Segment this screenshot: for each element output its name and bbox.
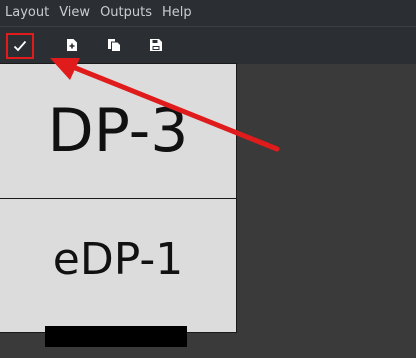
menu-layout[interactable]: Layout [0, 0, 54, 26]
save-layout-button[interactable] [144, 34, 168, 56]
monitor-label: DP-3 [47, 96, 189, 166]
menu-help[interactable]: Help [157, 0, 197, 26]
layout-canvas[interactable]: DP-3 eDP-1 [0, 63, 416, 358]
apply-button[interactable] [6, 33, 34, 59]
copy-layout-button[interactable] [102, 34, 126, 56]
copy-file-icon [108, 39, 120, 51]
menu-outputs[interactable]: Outputs [95, 0, 157, 26]
monitor-edp-1[interactable]: eDP-1 [0, 198, 237, 333]
new-file-icon [67, 39, 77, 51]
primary-indicator-bar [45, 326, 187, 347]
monitor-dp-3[interactable]: DP-3 [0, 63, 237, 199]
toolbar [0, 26, 416, 64]
new-layout-button[interactable] [60, 34, 84, 56]
checkmark-icon [13, 40, 27, 52]
menubar: Layout View Outputs Help [0, 0, 416, 26]
menu-view[interactable]: View [54, 0, 95, 26]
monitor-label: eDP-1 [52, 234, 184, 285]
save-file-icon [150, 39, 162, 51]
